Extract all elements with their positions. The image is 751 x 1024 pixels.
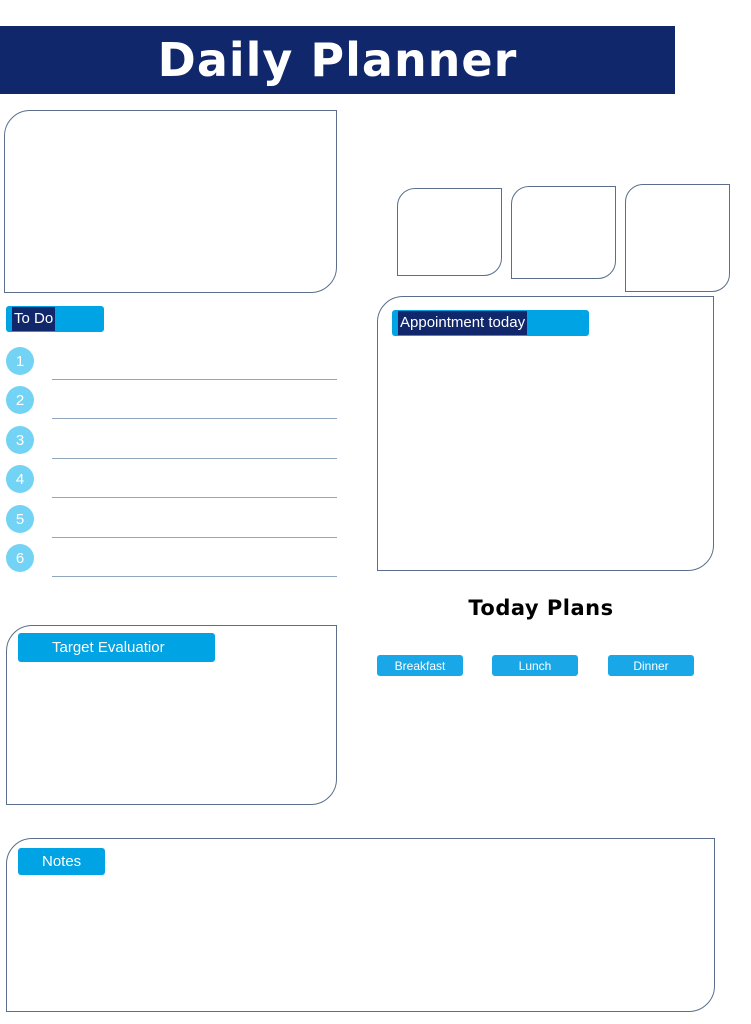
today-plans-title: Today Plans [468, 596, 614, 620]
todo-row[interactable]: 6 [6, 544, 337, 584]
todo-write-line[interactable] [52, 576, 337, 577]
appointment-label-badge: Appointment today [392, 310, 589, 336]
appointment-label: Appointment today [398, 311, 528, 335]
todo-row[interactable]: 2 [6, 386, 337, 426]
target-evaluation-label: Target Evaluatior [52, 640, 165, 655]
small-box-2[interactable] [511, 186, 616, 279]
appointment-panel[interactable] [377, 296, 714, 571]
notes-label: Notes [42, 854, 82, 869]
meal-button-dinner[interactable]: Dinner [608, 655, 694, 676]
todo-label-badge: To Do [6, 306, 104, 332]
meal-label: Lunch [518, 658, 552, 673]
meal-button-lunch[interactable]: Lunch [492, 655, 578, 676]
todo-write-line[interactable] [52, 379, 337, 380]
todo-label: To Do [12, 307, 56, 331]
meal-button-breakfast[interactable]: Breakfast [377, 655, 463, 676]
todo-write-line[interactable] [52, 458, 337, 459]
top-left-note-panel[interactable] [4, 110, 337, 293]
target-evaluation-label-badge: Target Evaluatior [18, 633, 215, 662]
todo-number: 2 [6, 386, 34, 414]
notes-panel[interactable] [6, 838, 715, 1012]
todo-write-line[interactable] [52, 418, 337, 419]
todo-row[interactable]: 3 [6, 426, 337, 466]
todo-write-line[interactable] [52, 497, 337, 498]
daily-planner-page: Daily Planner To Do 1 2 3 4 5 6 Appointm… [0, 0, 751, 1024]
small-box-3[interactable] [625, 184, 730, 292]
todo-number: 3 [6, 426, 34, 454]
notes-label-badge: Notes [18, 848, 105, 875]
todo-row[interactable]: 5 [6, 505, 337, 545]
todo-row[interactable]: 4 [6, 465, 337, 505]
header-banner: Daily Planner [0, 26, 675, 94]
todo-number: 5 [6, 505, 34, 533]
todo-write-line[interactable] [52, 537, 337, 538]
todo-number: 4 [6, 465, 34, 493]
todo-number: 6 [6, 544, 34, 572]
small-box-1[interactable] [397, 188, 502, 276]
meal-label: Breakfast [394, 658, 446, 673]
todo-row[interactable]: 1 [6, 347, 337, 387]
todo-number: 1 [6, 347, 34, 375]
page-title: Daily Planner [157, 33, 518, 87]
meal-label: Dinner [633, 658, 669, 673]
